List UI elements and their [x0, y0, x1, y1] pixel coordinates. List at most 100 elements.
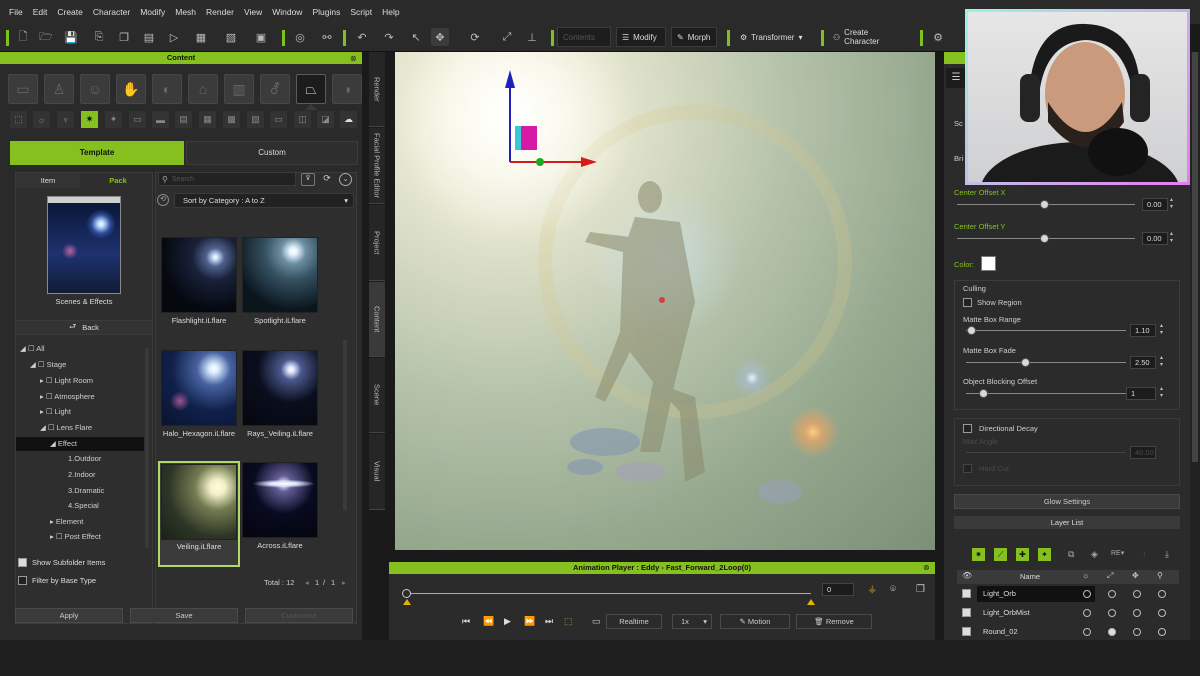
window-icon[interactable]: ❐	[916, 584, 925, 595]
layer-visible-checkbox[interactable]	[962, 589, 971, 598]
item-rays-veiling-thumbnail[interactable]	[242, 350, 318, 426]
sub-flare-icon[interactable]: ✷	[81, 111, 98, 128]
layer-row[interactable]: Light_Orb	[957, 585, 1179, 603]
sub-grid-icon[interactable]: ▩	[223, 111, 240, 128]
category-head-icon[interactable]: ◐	[152, 74, 182, 104]
hard-cut-checkbox[interactable]	[963, 464, 972, 473]
sub-script-icon[interactable]: ◪	[317, 111, 334, 128]
item-veiling-thumbnail[interactable]	[161, 464, 237, 540]
sort-dropdown[interactable]: Sort by Category : A to Z ▾	[174, 193, 354, 208]
matte-box-fade-slider[interactable]	[966, 362, 1126, 363]
duplicate-layer-icon[interactable]: ⧉	[1068, 549, 1074, 560]
smart-search-icon[interactable]: ◎	[291, 28, 309, 46]
timeline-playhead[interactable]	[402, 589, 411, 598]
timeline-start-marker[interactable]	[403, 599, 411, 605]
category-stage-icon[interactable]: ▥	[224, 74, 254, 104]
category-project-icon[interactable]: ▭	[8, 74, 38, 104]
item-flashlight-thumbnail[interactable]	[161, 237, 237, 313]
matte-box-range-input[interactable]: 1.10	[1130, 324, 1156, 337]
layer-visible-checkbox[interactable]	[962, 608, 971, 617]
matte-box-range-slider[interactable]	[966, 330, 1126, 331]
play-export-icon[interactable]: ▷	[165, 28, 183, 46]
rotate-icon[interactable]: ⟳	[466, 28, 484, 46]
object-blocking-spinner[interactable]: ▴ ▾	[1160, 386, 1163, 400]
tree-scrollbar[interactable]	[145, 348, 149, 548]
item-across-thumbnail[interactable]	[242, 462, 318, 538]
new-file-icon[interactable]: 🗋	[14, 28, 32, 46]
realtime-button[interactable]: Realtime	[606, 614, 662, 629]
center-offset-y-input[interactable]: 0.00	[1142, 232, 1168, 245]
layer-row[interactable]: Round_02	[957, 623, 1179, 641]
speed-dropdown[interactable]: 1x ▾	[672, 614, 712, 629]
panel-close-icon[interactable]: ⊗	[350, 54, 357, 63]
tree-item-stage[interactable]: ◢ ☐ Stage	[30, 358, 170, 372]
matte-box-range-spinner[interactable]: ▴ ▾	[1160, 323, 1163, 337]
menu-file[interactable]: File	[9, 7, 23, 17]
page-next-icon[interactable]: ▸	[342, 578, 346, 587]
apply-button[interactable]: Apply	[15, 608, 123, 623]
link-icon[interactable]: ⚯	[318, 28, 336, 46]
layer-radio[interactable]	[1133, 628, 1141, 636]
object-blocking-input[interactable]: 1	[1126, 387, 1156, 400]
skip-start-icon[interactable]: ⏮	[462, 616, 470, 627]
layer-radio[interactable]	[1133, 590, 1141, 598]
center-offset-x-spinner[interactable]: ▴ ▾	[1170, 197, 1173, 211]
max-angle-input[interactable]: 40.00	[1130, 446, 1156, 459]
layer-visible-checkbox[interactable]	[962, 627, 971, 636]
create-character-button[interactable]: ⚇ Create Character	[828, 27, 910, 47]
category-actor-icon[interactable]: ♙	[44, 74, 74, 104]
ref-dropdown[interactable]: RE▾	[1111, 549, 1124, 557]
menu-window[interactable]: Window	[272, 7, 302, 17]
center-offset-x-knob[interactable]	[1040, 200, 1049, 209]
layer-radio[interactable]	[1158, 628, 1166, 636]
menu-plugins[interactable]: Plugins	[312, 7, 340, 17]
sub-lamp-icon[interactable]: ♆	[57, 111, 74, 128]
morph-button[interactable]: ✎ Morph	[671, 27, 717, 47]
export-icon[interactable]: ⎘	[90, 28, 108, 46]
object-blocking-knob[interactable]	[979, 389, 988, 398]
sub-camera-icon[interactable]: ⬚	[10, 111, 27, 128]
scrollbar-thumb[interactable]	[1192, 52, 1198, 462]
redo-icon[interactable]: ↷	[380, 28, 398, 46]
fbx-export-icon[interactable]: ▧	[222, 28, 240, 46]
sub-video-icon[interactable]: ▭	[129, 111, 146, 128]
save-icon[interactable]: 💾	[62, 28, 80, 46]
glow-settings-button[interactable]: Glow Settings	[954, 494, 1180, 509]
show-subfolder-option[interactable]: Show Subfolder Items	[18, 558, 105, 567]
add-streak-icon[interactable]: ⟋	[994, 548, 1007, 561]
undo-icon[interactable]: ↶	[353, 28, 371, 46]
tab-custom[interactable]: Custom	[186, 141, 358, 165]
open-folder-icon[interactable]: 🗁	[37, 28, 55, 46]
matte-box-fade-input[interactable]: 2.50	[1130, 356, 1156, 369]
sub-particle-icon[interactable]: ✦	[105, 111, 122, 128]
add-ring-icon[interactable]: ✦	[1038, 548, 1051, 561]
obj-export-icon[interactable]: ▦	[192, 28, 210, 46]
walk-icon[interactable]: ⚶	[868, 584, 877, 595]
matte-box-fade-knob[interactable]	[1021, 358, 1030, 367]
add-star-icon[interactable]: ✚	[1016, 548, 1029, 561]
category-character-icon[interactable]: ☺	[80, 74, 110, 104]
loop-icon[interactable]: ⬚	[564, 616, 573, 627]
options-dropdown-icon[interactable]: ⌄	[339, 173, 352, 186]
add-orb-icon[interactable]: ✷	[972, 548, 985, 561]
tab-template[interactable]: Template	[10, 141, 184, 165]
back-button[interactable]: ⮐ Back	[16, 320, 152, 335]
color-swatch[interactable]	[981, 256, 996, 271]
search-input[interactable]: ⚲ Search	[158, 172, 296, 186]
remove-dropdown[interactable]: 🗑 Remove	[796, 614, 872, 629]
menu-render[interactable]: Render	[206, 7, 234, 17]
layer-radio[interactable]	[1108, 609, 1116, 617]
category-motion-icon[interactable]: ⚦	[260, 74, 290, 104]
select-arrow-icon[interactable]: ↖	[407, 28, 425, 46]
transformer-button[interactable]: ⚙ Transformer ▾	[735, 27, 807, 47]
camera-icon[interactable]: ⌾	[890, 584, 896, 595]
move-icon[interactable]: ✥	[431, 28, 449, 46]
center-offset-x-input[interactable]: 0.00	[1142, 198, 1168, 211]
layer-radio[interactable]	[1158, 609, 1166, 617]
pack-thumbnail[interactable]	[47, 196, 121, 294]
filter-icon[interactable]: ⊽	[301, 173, 315, 186]
tree-item-all[interactable]: ◢ ☐ All	[20, 342, 160, 356]
layer-stack-icon[interactable]: ◈	[1091, 549, 1098, 560]
modify-button[interactable]: ☰ Modify	[616, 27, 666, 47]
motion-dropdown[interactable]: ✎ Motion	[720, 614, 790, 629]
